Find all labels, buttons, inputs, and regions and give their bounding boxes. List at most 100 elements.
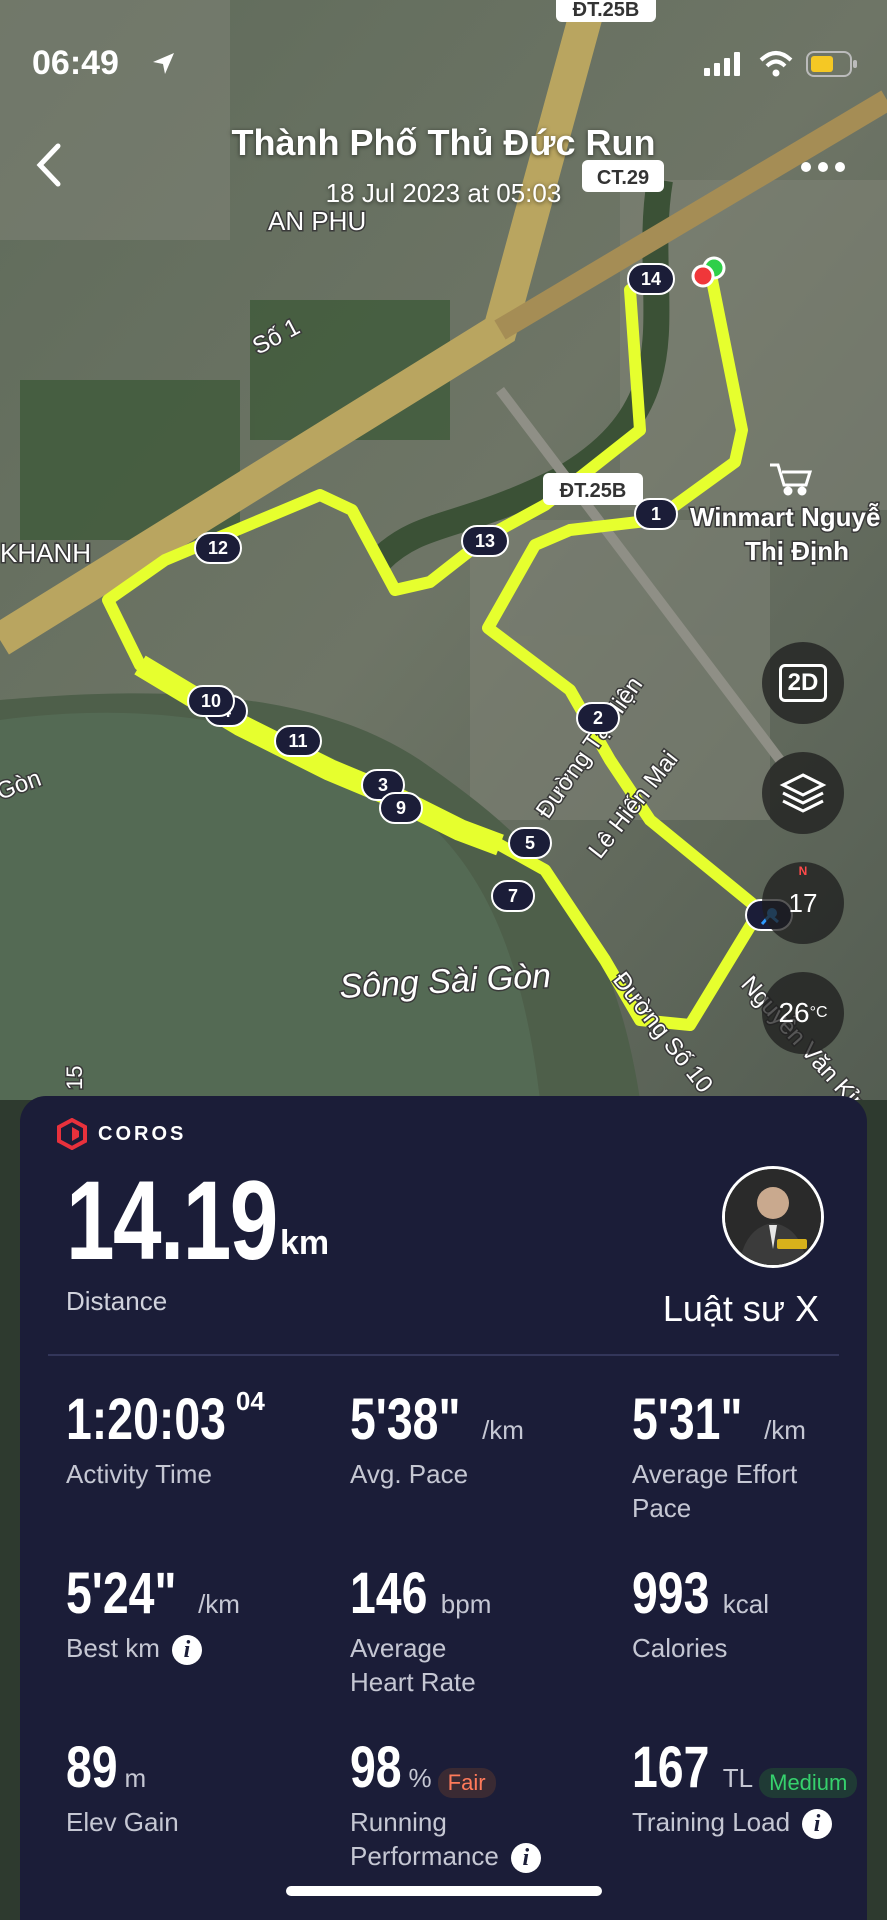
brand-logo: COROS xyxy=(56,1118,186,1150)
stat-effort-pace: 5'31" /km Average Effort Pace xyxy=(632,1386,832,1525)
map-layers-button[interactable] xyxy=(762,752,844,834)
more-dots-icon xyxy=(801,162,845,172)
svg-text:14: 14 xyxy=(641,269,661,289)
wifi-icon xyxy=(759,51,793,77)
stat-unit: kcal xyxy=(722,1589,770,1619)
stat-label: Calories xyxy=(632,1633,728,1663)
activity-date: 18 Jul 2023 at 05:03 xyxy=(325,178,562,208)
area-label-an-phu: AN PHU xyxy=(268,206,366,236)
user-name: Luật sư X xyxy=(662,1288,819,1329)
road-chip-dt25b: ĐT.25B xyxy=(543,473,643,505)
status-time: 06:49 xyxy=(32,44,119,82)
stat-unit: /km xyxy=(764,1415,806,1445)
svg-text:7: 7 xyxy=(508,886,518,906)
km-marker-1[interactable]: 1 xyxy=(634,498,678,530)
svg-text:13: 13 xyxy=(475,531,495,551)
poi-label-winmart-2: Thị Định xyxy=(745,536,849,566)
battery-icon xyxy=(806,51,857,77)
stat-label: Best km xyxy=(66,1633,160,1663)
info-icon[interactable]: i xyxy=(171,1635,202,1666)
svg-text:1: 1 xyxy=(651,504,661,524)
stat-activity-time: 1:20:03 04 Activity Time xyxy=(66,1386,266,1491)
km-marker-7[interactable]: 7 xyxy=(491,880,535,912)
km-marker-10[interactable]: 10 xyxy=(187,685,235,717)
compass-north: N xyxy=(798,864,808,878)
stat-value: 1:20:03 xyxy=(66,1387,226,1452)
svg-text:3: 3 xyxy=(378,775,388,795)
compass-heading: 17 xyxy=(788,887,818,918)
avatar-image xyxy=(725,1169,821,1265)
stat-label: Elev Gain xyxy=(66,1807,179,1837)
stat-unit: % xyxy=(408,1763,432,1793)
svg-text:12: 12 xyxy=(208,538,228,558)
km-marker-5[interactable]: 5 xyxy=(508,827,552,859)
stat-unit: TL xyxy=(722,1763,754,1793)
km-marker-11[interactable]: 11 xyxy=(274,725,322,757)
avatar[interactable] xyxy=(722,1166,824,1268)
more-options-button[interactable] xyxy=(798,155,848,179)
performance-badge: Fair xyxy=(437,1767,496,1798)
compass-button[interactable]: N 17 xyxy=(762,862,844,944)
stat-unit: /km xyxy=(482,1415,524,1445)
info-icon[interactable]: i xyxy=(510,1843,541,1874)
stat-elev-gain: 89 m Elev Gain xyxy=(66,1734,179,1839)
svg-text:2: 2 xyxy=(593,708,603,728)
coros-logo-icon xyxy=(57,1118,87,1150)
stat-unit: m xyxy=(124,1763,147,1793)
stat-value: 5'38" xyxy=(350,1387,461,1452)
svg-text:ĐT.25B: ĐT.25B xyxy=(560,480,627,502)
stat-value: 5'31" xyxy=(632,1387,743,1452)
stat-value: 89 xyxy=(66,1735,118,1800)
stat-label: Average Effort Pace xyxy=(632,1459,798,1523)
stat-label: Training Load xyxy=(632,1807,791,1837)
km-marker-14[interactable]: 14 xyxy=(627,263,675,295)
weather-unit: °C xyxy=(809,1004,828,1021)
divider xyxy=(48,1354,839,1356)
distance-label: Distance xyxy=(66,1286,168,1316)
distance-value: 14.19 xyxy=(66,1158,278,1283)
area-label-khanh: KHANH xyxy=(0,538,91,568)
training-load-badge: Medium xyxy=(759,1767,858,1798)
status-bar: 06:49 xyxy=(0,0,887,120)
info-icon[interactable]: i xyxy=(802,1809,833,1840)
stat-value: 146 xyxy=(350,1561,428,1626)
cellular-signal-icon xyxy=(704,52,740,76)
activity-title: Thành Phố Thủ Đức Run xyxy=(231,122,656,163)
stat-label: Running Performance xyxy=(350,1807,499,1871)
stat-training-load: 167 TL Medium Training Load i xyxy=(632,1734,858,1840)
km-marker-2[interactable]: 2 xyxy=(576,702,620,734)
stat-label: Avg. Pace xyxy=(350,1459,469,1489)
svg-text:10: 10 xyxy=(201,691,221,711)
brand-name: COROS xyxy=(98,1122,187,1145)
distance-unit: km xyxy=(280,1224,330,1262)
stat-value: 993 xyxy=(632,1561,710,1626)
activity-summary-panel: COROS 14.19 km Distance Luật sư X 1:20:0… xyxy=(20,1096,867,1920)
stat-label: Activity Time xyxy=(66,1459,212,1489)
layers-icon xyxy=(779,773,827,813)
weather-button[interactable]: 26 °C xyxy=(762,972,844,1054)
stat-calories: 993 kcal Calories xyxy=(632,1560,769,1665)
stat-heart-rate: 146 bpm Average Heart Rate xyxy=(350,1560,500,1699)
stat-value: 167 xyxy=(632,1735,710,1800)
weather-temp: 26 xyxy=(778,997,810,1028)
stat-label: Average Heart Rate xyxy=(350,1633,476,1697)
stat-unit: /km xyxy=(198,1589,240,1619)
km-marker-12[interactable]: 12 xyxy=(194,532,242,564)
home-indicator[interactable] xyxy=(286,1886,602,1896)
street-label-15: 15 xyxy=(62,1066,87,1090)
poi-label-winmart: Winmart Nguyễ xyxy=(690,502,880,532)
stat-unit: bpm xyxy=(440,1589,492,1619)
svg-text:5: 5 xyxy=(525,833,535,853)
stat-best-km: 5'24" /km Best km i xyxy=(66,1560,240,1666)
location-arrow-icon xyxy=(153,53,174,74)
view-mode-2d-button[interactable]: 2D xyxy=(762,642,844,724)
svg-text:9: 9 xyxy=(396,798,406,818)
stat-sup: 04 xyxy=(235,1386,265,1416)
stat-value: 5'24" xyxy=(66,1561,177,1626)
stat-avg-pace: 5'38" /km Avg. Pace xyxy=(350,1386,524,1491)
km-marker-9[interactable]: 9 xyxy=(379,792,423,824)
stat-running-performance: 98% Fair Running Performance i xyxy=(350,1734,550,1874)
route-map[interactable]: ĐT.25B CT.29 ĐT.25B AN PHU Số 1 KHANH Wi… xyxy=(0,0,887,1100)
svg-text:11: 11 xyxy=(288,731,307,751)
km-marker-13[interactable]: 13 xyxy=(461,525,509,557)
